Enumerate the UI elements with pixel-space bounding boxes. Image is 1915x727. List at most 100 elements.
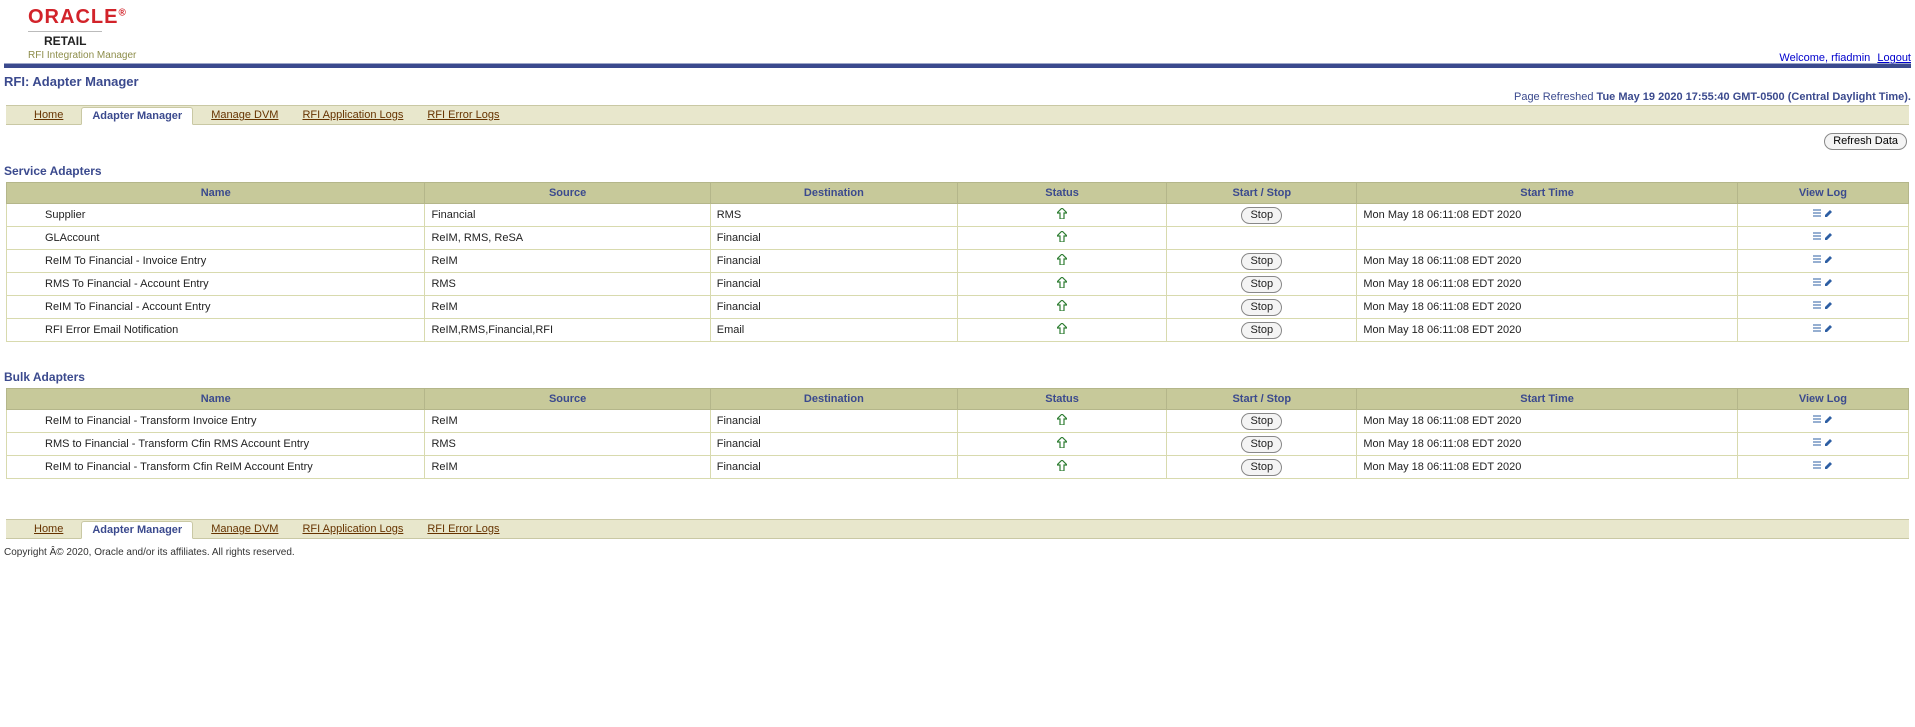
cell-start-stop: Stop bbox=[1167, 433, 1357, 456]
stop-button[interactable]: Stop bbox=[1241, 253, 1282, 270]
tab-home[interactable]: Home bbox=[34, 109, 63, 121]
cell-name: ReIM To Financial - Invoice Entry bbox=[7, 250, 425, 273]
page-refresh-label: Page Refreshed bbox=[1514, 91, 1594, 103]
stop-button[interactable]: Stop bbox=[1241, 322, 1282, 339]
view-log-icon[interactable] bbox=[1813, 232, 1833, 242]
cell-source: ReIM bbox=[425, 250, 710, 273]
stop-button[interactable]: Stop bbox=[1241, 459, 1282, 476]
tab-bar-top: Home Adapter Manager Manage DVM RFI Appl… bbox=[6, 105, 1909, 125]
cell-start-stop: Stop bbox=[1167, 456, 1357, 479]
cell-status bbox=[957, 250, 1166, 273]
logout-link[interactable]: Logout bbox=[1877, 52, 1911, 64]
table-row: SupplierFinancialRMSStopMon May 18 06:11… bbox=[7, 204, 1909, 227]
col-start-stop: Start / Stop bbox=[1167, 183, 1357, 204]
copyright: Copyright Â© 2020, Oracle and/or its aff… bbox=[4, 547, 1911, 558]
brand-subtitle: RFI Integration Manager bbox=[28, 50, 1907, 61]
welcome-text: Welcome, rfiadmin bbox=[1779, 52, 1870, 64]
stop-button[interactable]: Stop bbox=[1241, 207, 1282, 224]
cell-destination: Financial bbox=[710, 296, 957, 319]
view-log-icon[interactable] bbox=[1813, 438, 1833, 448]
cell-status bbox=[957, 319, 1166, 342]
tab-rfi-application-logs-bottom[interactable]: RFI Application Logs bbox=[302, 523, 403, 535]
cell-start-time: Mon May 18 06:11:08 EDT 2020 bbox=[1357, 273, 1737, 296]
view-log-icon[interactable] bbox=[1813, 415, 1833, 425]
cell-start-time: Mon May 18 06:11:08 EDT 2020 bbox=[1357, 433, 1737, 456]
cell-source: ReIM bbox=[425, 456, 710, 479]
cell-view-log bbox=[1737, 319, 1908, 342]
bulk-adapters-table: Name Source Destination Status Start / S… bbox=[6, 388, 1909, 479]
tab-manage-dvm[interactable]: Manage DVM bbox=[211, 109, 278, 121]
cell-view-log bbox=[1737, 410, 1908, 433]
cell-destination: Financial bbox=[710, 433, 957, 456]
col-name: Name bbox=[7, 389, 425, 410]
cell-source: ReIM, RMS, ReSA bbox=[425, 227, 710, 250]
view-log-icon[interactable] bbox=[1813, 301, 1833, 311]
tab-manage-dvm-bottom[interactable]: Manage DVM bbox=[211, 523, 278, 535]
cell-start-stop: Stop bbox=[1167, 410, 1357, 433]
cell-source: ReIM,RMS,Financial,RFI bbox=[425, 319, 710, 342]
status-up-icon bbox=[1057, 300, 1067, 314]
tab-rfi-error-logs-bottom[interactable]: RFI Error Logs bbox=[427, 523, 499, 535]
table-row: RMS To Financial - Account EntryRMSFinan… bbox=[7, 273, 1909, 296]
cell-status bbox=[957, 433, 1166, 456]
cell-status bbox=[957, 227, 1166, 250]
cell-start-stop: Stop bbox=[1167, 296, 1357, 319]
cell-start-time bbox=[1357, 227, 1737, 250]
col-name: Name bbox=[7, 183, 425, 204]
section-bulk-adapters-title: Bulk Adapters bbox=[4, 370, 1915, 384]
tab-home-bottom[interactable]: Home bbox=[34, 523, 63, 535]
stop-button[interactable]: Stop bbox=[1241, 436, 1282, 453]
tab-adapter-manager[interactable]: Adapter Manager bbox=[81, 107, 193, 125]
view-log-icon[interactable] bbox=[1813, 278, 1833, 288]
cell-start-time: Mon May 18 06:11:08 EDT 2020 bbox=[1357, 410, 1737, 433]
tab-rfi-error-logs[interactable]: RFI Error Logs bbox=[427, 109, 499, 121]
stop-button[interactable]: Stop bbox=[1241, 299, 1282, 316]
cell-view-log bbox=[1737, 433, 1908, 456]
cell-name: ReIM To Financial - Account Entry bbox=[7, 296, 425, 319]
col-view-log: View Log bbox=[1737, 183, 1908, 204]
status-up-icon bbox=[1057, 208, 1067, 222]
table-row: RMS to Financial - Transform Cfin RMS Ac… bbox=[7, 433, 1909, 456]
status-up-icon bbox=[1057, 437, 1067, 451]
brand-logo: ORACLE® RETAIL RFI Integration Manager bbox=[0, 0, 1915, 63]
cell-start-stop: Stop bbox=[1167, 204, 1357, 227]
tab-rfi-application-logs[interactable]: RFI Application Logs bbox=[302, 109, 403, 121]
view-log-icon[interactable] bbox=[1813, 209, 1833, 219]
cell-status bbox=[957, 296, 1166, 319]
cell-status bbox=[957, 204, 1166, 227]
stop-button[interactable]: Stop bbox=[1241, 413, 1282, 430]
cell-name: ReIM to Financial - Transform Invoice En… bbox=[7, 410, 425, 433]
cell-name: RFI Error Email Notification bbox=[7, 319, 425, 342]
section-service-adapters-title: Service Adapters bbox=[4, 164, 1915, 178]
cell-name: Supplier bbox=[7, 204, 425, 227]
brand-oracle: ORACLE® bbox=[28, 6, 1907, 29]
cell-destination: Financial bbox=[710, 410, 957, 433]
cell-name: RMS to Financial - Transform Cfin RMS Ac… bbox=[7, 433, 425, 456]
cell-source: RMS bbox=[425, 273, 710, 296]
col-start-time: Start Time bbox=[1357, 183, 1737, 204]
col-status: Status bbox=[957, 183, 1166, 204]
status-up-icon bbox=[1057, 231, 1067, 245]
view-log-icon[interactable] bbox=[1813, 461, 1833, 471]
cell-start-stop: Stop bbox=[1167, 250, 1357, 273]
view-log-icon[interactable] bbox=[1813, 324, 1833, 334]
table-row: GLAccountReIM, RMS, ReSAFinancial bbox=[7, 227, 1909, 250]
cell-destination: Email bbox=[710, 319, 957, 342]
status-up-icon bbox=[1057, 414, 1067, 428]
view-log-icon[interactable] bbox=[1813, 255, 1833, 265]
cell-view-log bbox=[1737, 227, 1908, 250]
tab-adapter-manager-bottom[interactable]: Adapter Manager bbox=[81, 521, 193, 539]
refresh-data-button[interactable]: Refresh Data bbox=[1824, 133, 1907, 150]
col-source: Source bbox=[425, 389, 710, 410]
cell-destination: Financial bbox=[710, 227, 957, 250]
stop-button[interactable]: Stop bbox=[1241, 276, 1282, 293]
cell-name: GLAccount bbox=[7, 227, 425, 250]
status-up-icon bbox=[1057, 323, 1067, 337]
cell-status bbox=[957, 410, 1166, 433]
cell-source: Financial bbox=[425, 204, 710, 227]
cell-start-time: Mon May 18 06:11:08 EDT 2020 bbox=[1357, 250, 1737, 273]
table-row: RFI Error Email NotificationReIM,RMS,Fin… bbox=[7, 319, 1909, 342]
table-row: ReIM to Financial - Transform Cfin ReIM … bbox=[7, 456, 1909, 479]
cell-start-stop: Stop bbox=[1167, 273, 1357, 296]
cell-source: ReIM bbox=[425, 410, 710, 433]
